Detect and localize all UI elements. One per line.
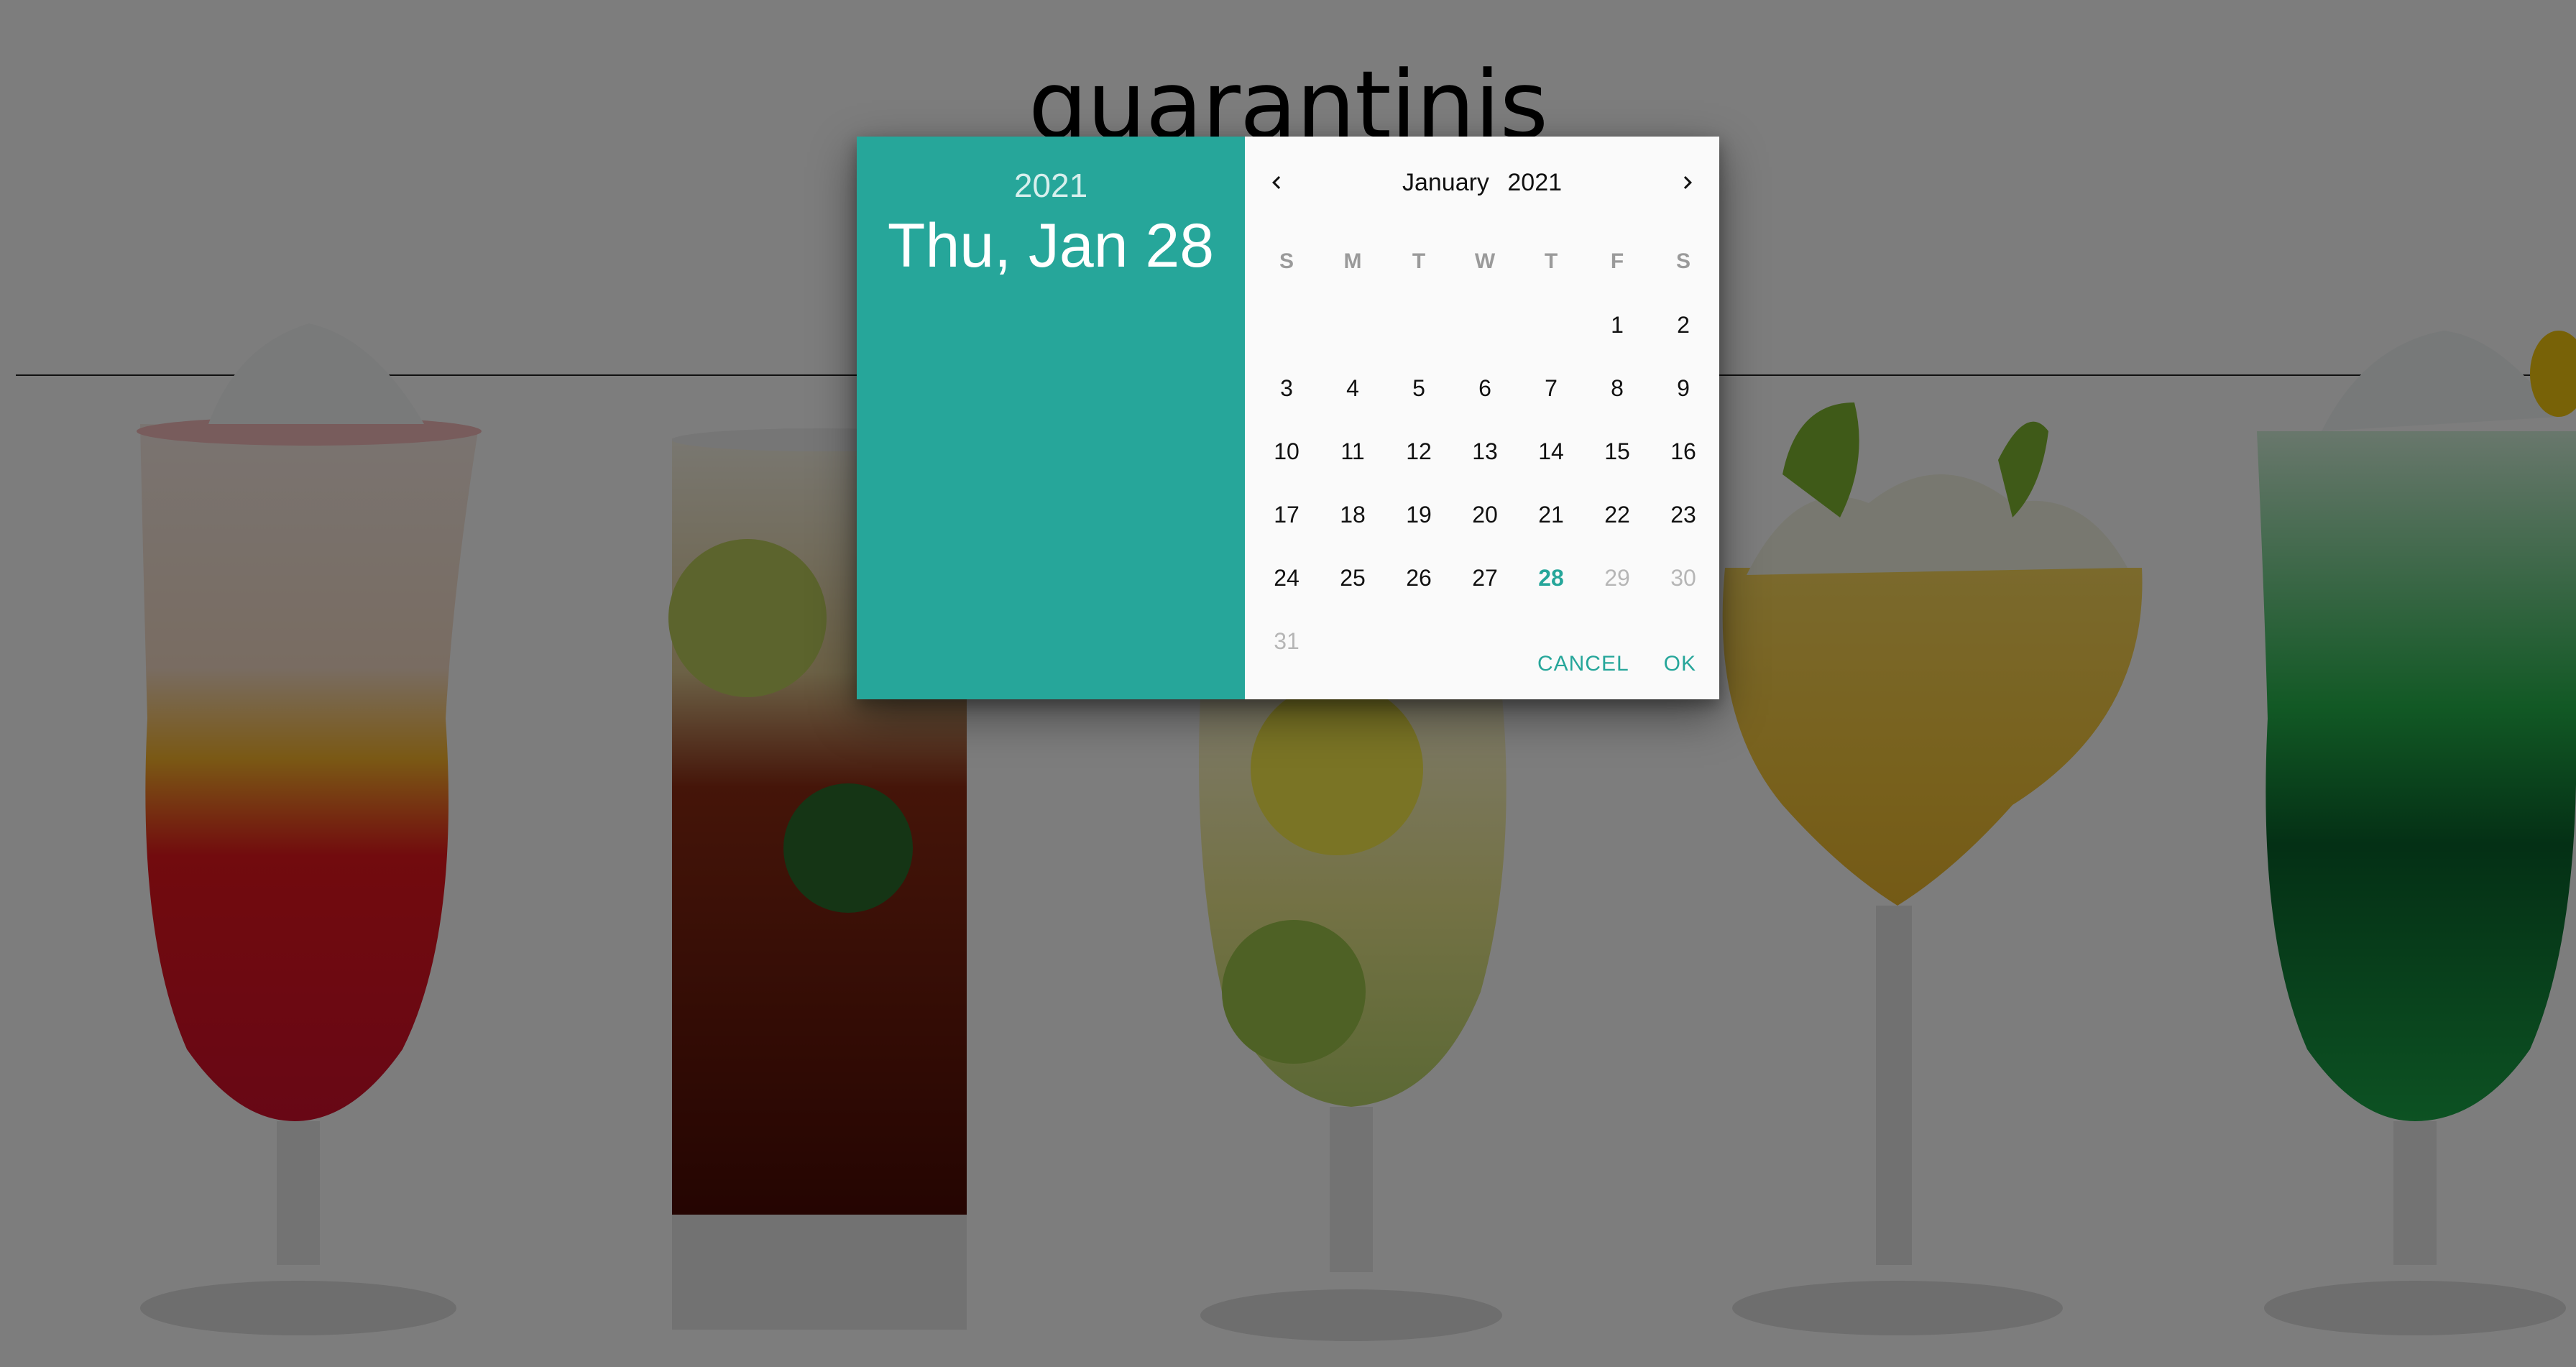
calendar-day[interactable]: 9 bbox=[1650, 356, 1716, 420]
weekday-header: S bbox=[1279, 249, 1294, 273]
calendar-day[interactable]: 1 bbox=[1584, 293, 1650, 356]
calendar-day[interactable]: 15 bbox=[1584, 420, 1650, 483]
calendar-day[interactable]: 3 bbox=[1254, 356, 1320, 420]
calendar-day[interactable]: 28 bbox=[1518, 546, 1584, 609]
header-year[interactable]: 2021 bbox=[857, 164, 1245, 207]
calendar-day[interactable]: 17 bbox=[1254, 483, 1320, 546]
calendar-day[interactable]: 14 bbox=[1518, 420, 1584, 483]
cancel-button[interactable]: CANCEL bbox=[1520, 643, 1647, 685]
calendar-empty-cell bbox=[1386, 293, 1452, 356]
calendar-day[interactable]: 2 bbox=[1650, 293, 1716, 356]
calendar-day[interactable]: 26 bbox=[1386, 546, 1452, 609]
calendar-empty-cell bbox=[1254, 293, 1320, 356]
calendar-day[interactable]: 8 bbox=[1584, 356, 1650, 420]
calendar-day: 31 bbox=[1274, 627, 1300, 654]
calendar-day[interactable]: 27 bbox=[1452, 546, 1518, 609]
calendar-grid: S M T W T F S 1 2 3 4 5 6 7 8 9 10 11 12 13 14 15 16 17 1… bbox=[1254, 230, 1716, 673]
calendar-empty-cell bbox=[1518, 293, 1584, 356]
calendar-day[interactable]: 10 bbox=[1254, 420, 1320, 483]
calendar-empty-cell bbox=[1452, 293, 1518, 356]
month-name: January bbox=[1402, 169, 1489, 196]
next-month-button[interactable] bbox=[1659, 154, 1716, 211]
weekday-header: W bbox=[1474, 249, 1496, 273]
calendar-day[interactable]: 4 bbox=[1320, 356, 1386, 420]
calendar-day[interactable]: 11 bbox=[1320, 420, 1386, 483]
calendar-day[interactable]: 24 bbox=[1254, 546, 1320, 609]
prev-month-button[interactable] bbox=[1248, 154, 1305, 211]
date-picker-dialog: 2021 Thu, Jan 28 January 2021 S M T W T … bbox=[857, 137, 1719, 699]
calendar-day[interactable]: 16 bbox=[1650, 420, 1716, 483]
weekday-header: T bbox=[1544, 249, 1558, 273]
calendar-day[interactable]: 6 bbox=[1452, 356, 1518, 420]
calendar-day[interactable]: 20 bbox=[1452, 483, 1518, 546]
calendar-day[interactable]: 23 bbox=[1650, 483, 1716, 546]
calendar-day[interactable]: 25 bbox=[1320, 546, 1386, 609]
calendar-empty-cell bbox=[1320, 293, 1386, 356]
year-name: 2021 bbox=[1507, 169, 1563, 196]
calendar-day[interactable]: 5 bbox=[1386, 356, 1452, 420]
calendar-day[interactable]: 22 bbox=[1584, 483, 1650, 546]
chevron-left-icon bbox=[1272, 176, 1281, 189]
weekday-header: F bbox=[1610, 249, 1624, 273]
weekday-header: M bbox=[1343, 249, 1362, 273]
chevron-right-icon bbox=[1683, 176, 1692, 189]
calendar-day[interactable]: 12 bbox=[1386, 420, 1452, 483]
calendar-panel: January 2021 S M T W T F S 1 2 3 4 5 6 7 8 9 10 11… bbox=[1245, 137, 1719, 699]
header-selected-date: Thu, Jan 28 bbox=[887, 211, 1215, 280]
calendar-day[interactable]: 21 bbox=[1518, 483, 1584, 546]
month-year-label: January 2021 bbox=[1302, 154, 1662, 211]
calendar-day[interactable]: 19 bbox=[1386, 483, 1452, 546]
calendar-day[interactable]: 7 bbox=[1518, 356, 1584, 420]
calendar-day[interactable]: 18 bbox=[1320, 483, 1386, 546]
calendar-day: 29 bbox=[1604, 564, 1630, 591]
weekday-header: S bbox=[1675, 249, 1690, 273]
ok-button[interactable]: OK bbox=[1647, 643, 1714, 685]
calendar-day: 30 bbox=[1670, 564, 1696, 591]
calendar-day[interactable]: 13 bbox=[1452, 420, 1518, 483]
weekday-header: T bbox=[1412, 249, 1426, 273]
date-picker-header: 2021 Thu, Jan 28 bbox=[857, 137, 1245, 699]
dialog-actions: CANCEL OK bbox=[1520, 643, 1714, 685]
